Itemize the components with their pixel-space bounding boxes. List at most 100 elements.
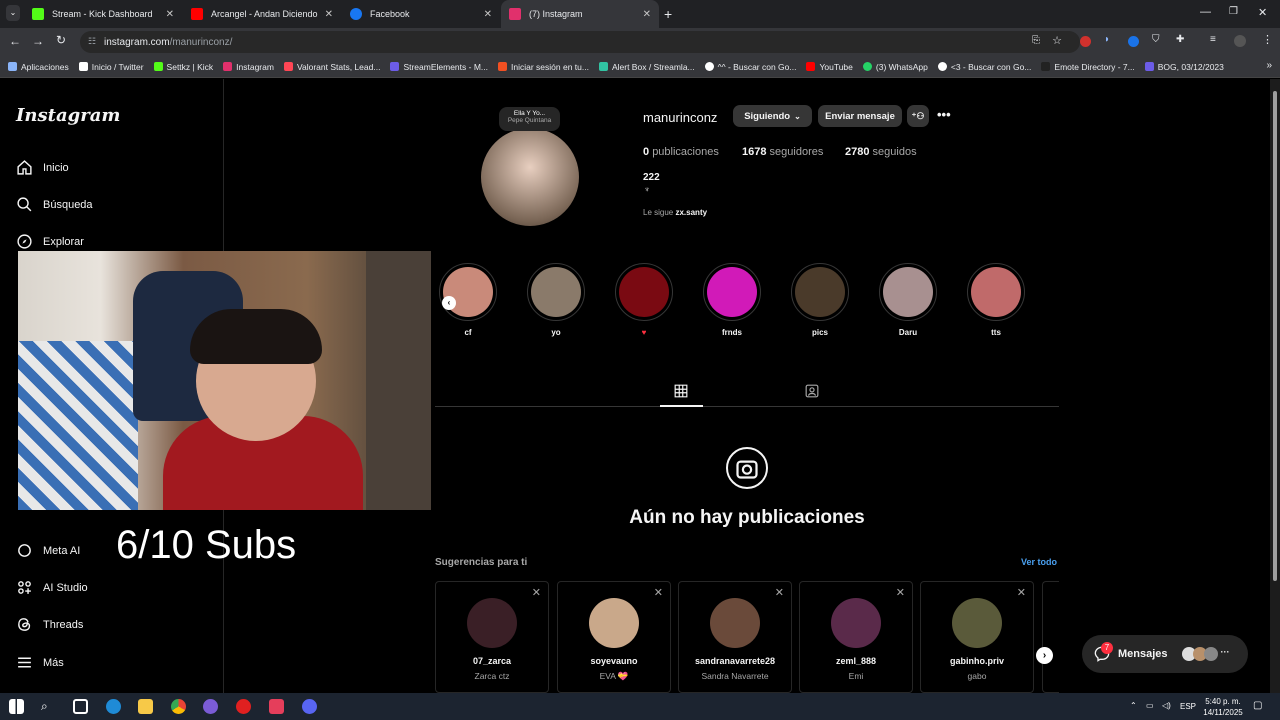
music-note-bubble[interactable]: Ella Y Yo... Pepe Quintana [499, 107, 560, 131]
suggestion-avatar[interactable] [467, 598, 517, 648]
suggestion-card[interactable]: ✕ gabinho.priv gabo [920, 581, 1034, 693]
nav-inicio[interactable]: Inicio [16, 159, 69, 176]
dismiss-icon[interactable]: ✕ [896, 586, 905, 599]
highlight-item[interactable]: pics [790, 263, 850, 337]
chrome-icon[interactable] [171, 699, 186, 714]
scrollbar-thumb[interactable] [1273, 91, 1277, 581]
bookmark-microsoft[interactable]: Iniciar sesión en tu... [498, 62, 589, 72]
profile-avatar-icon[interactable] [1234, 35, 1246, 47]
extension-icon[interactable]: ◗ [1104, 34, 1110, 45]
shield-icon[interactable]: ⛉ [1152, 34, 1160, 45]
network-icon[interactable]: ▭ [1146, 701, 1154, 710]
more-options-icon[interactable]: ••• [937, 107, 951, 122]
reload-icon[interactable]: ↻ [56, 33, 66, 47]
search-icon[interactable]: ⌕ [41, 699, 56, 714]
bookmark-twitter[interactable]: Inicio / Twitter [78, 62, 144, 72]
tab-instagram[interactable]: (7) Instagram ✕ [501, 0, 659, 28]
bookmark-valorant[interactable]: Valorant Stats, Lead... [283, 62, 380, 72]
forward-icon[interactable]: → [32, 34, 44, 48]
language-indicator[interactable]: ESP [1180, 702, 1196, 711]
back-icon[interactable]: ← [9, 34, 21, 48]
volume-icon[interactable]: ◁) [1162, 701, 1171, 710]
valorant-icon[interactable] [236, 699, 251, 714]
nav-mas[interactable]: Más [16, 654, 64, 671]
reading-list-icon[interactable]: ≡ [1210, 34, 1216, 45]
suggestion-card[interactable]: ✕ 07_zarca Zarca ctz [435, 581, 549, 693]
suggestion-avatar[interactable] [952, 598, 1002, 648]
task-view-icon[interactable] [73, 699, 88, 714]
highlight-item[interactable]: Daru [878, 263, 938, 337]
new-tab-icon[interactable]: + [664, 6, 672, 22]
highlight-item[interactable]: frnds [702, 263, 762, 337]
followers-stat[interactable]: 1678 seguidores [742, 146, 823, 158]
bookmark-kick[interactable]: Settkz | Kick [153, 62, 213, 72]
discord-icon[interactable] [302, 699, 317, 714]
suggestion-username[interactable]: soyevauno [558, 656, 670, 666]
suggestion-avatar[interactable] [589, 598, 639, 648]
suggestion-card[interactable]: ✕ zeml_888 Emi [799, 581, 913, 693]
suggestion-username[interactable]: zeml_888 [800, 656, 912, 666]
dismiss-icon[interactable]: ✕ [654, 586, 663, 599]
bookmark-google-2[interactable]: <3 - Buscar con Go... [937, 62, 1031, 72]
close-tab-icon[interactable]: ✕ [484, 9, 492, 20]
close-tab-icon[interactable]: ✕ [643, 9, 651, 20]
send-message-button[interactable]: Enviar mensaje [818, 105, 902, 127]
close-window-icon[interactable]: ✕ [1258, 6, 1267, 19]
maximize-icon[interactable]: ❐ [1229, 6, 1238, 17]
followed-by[interactable]: Le sigue zx.santy [643, 208, 707, 217]
dismiss-icon[interactable]: ✕ [1017, 586, 1026, 599]
messages-pill[interactable]: Mensajes ··· [1082, 635, 1248, 673]
highlights-prev-icon[interactable]: ‹ [442, 296, 456, 310]
extensions-puzzle-icon[interactable]: ✚ [1176, 34, 1184, 45]
tab-kick-dashboard[interactable]: Stream - Kick Dashboard ✕ [24, 0, 182, 28]
nav-threads[interactable]: Threads [16, 616, 83, 633]
close-tab-icon[interactable]: ✕ [166, 9, 174, 20]
tab-youtube[interactable]: Arcangel - Andan Diciendo - Yo ✕ [183, 0, 341, 28]
next-arrow-icon[interactable]: › [1036, 647, 1053, 664]
suggest-users-button[interactable]: ⁺⚇ [907, 105, 929, 127]
suggestion-card[interactable]: ✕ sandranavarrete28 Sandra Navarrete [678, 581, 792, 693]
nav-ai-studio[interactable]: AI Studio [16, 579, 88, 596]
bookmark-google-1[interactable]: ^^ - Buscar con Go... [704, 62, 796, 72]
clock[interactable]: 5:40 p. m. 14/11/2025 [1203, 696, 1243, 718]
extension-icon[interactable] [1080, 36, 1091, 47]
app-icon[interactable] [203, 699, 218, 714]
following-stat[interactable]: 2780 seguidos [845, 146, 917, 158]
dismiss-icon[interactable]: ✕ [532, 586, 541, 599]
url-field[interactable]: ☷ instagram.com/manurinconz/ ⎘ ☆ [80, 31, 1080, 53]
app-icon[interactable] [269, 699, 284, 714]
suggestion-username[interactable]: sandranavarrete28 [679, 656, 791, 666]
highlight-item[interactable]: tts [966, 263, 1026, 337]
more-bookmarks-icon[interactable]: » [1266, 60, 1272, 71]
bookmark-apps[interactable]: Aplicaciones [8, 62, 69, 72]
tray-chevron-icon[interactable]: ⌃ [1130, 701, 1137, 710]
suggestion-avatar[interactable] [831, 598, 881, 648]
following-button[interactable]: Siguiendo ⌄ [733, 105, 812, 127]
bookmark-youtube[interactable]: YouTube [806, 62, 853, 72]
tab-search-icon[interactable]: ⌄ [6, 5, 20, 21]
bookmark-streamelements[interactable]: StreamElements - M... [390, 62, 488, 72]
minimize-icon[interactable]: — [1200, 6, 1211, 18]
suggestion-username[interactable]: 07_zarca [436, 656, 548, 666]
instagram-logo[interactable]: Instagram [16, 105, 120, 126]
bookmark-bog[interactable]: BOG, 03/12/2023 [1144, 62, 1224, 72]
bookmark-emote-directory[interactable]: Emote Directory - 7... [1041, 62, 1135, 72]
grid-icon[interactable] [674, 384, 688, 398]
edge-icon[interactable] [106, 699, 121, 714]
windows-start-icon[interactable] [9, 699, 24, 714]
nav-busqueda[interactable]: Búsqueda [16, 196, 93, 213]
browser-menu-icon[interactable]: ⋮ [1262, 33, 1273, 46]
bookmark-instagram[interactable]: Instagram [223, 62, 274, 72]
site-info-icon[interactable]: ☷ [88, 36, 96, 47]
bookmark-alertbox[interactable]: Alert Box / Streamla... [598, 62, 695, 72]
tab-facebook[interactable]: Facebook ✕ [342, 0, 500, 28]
highlight-item[interactable]: ♥ [614, 263, 674, 337]
close-tab-icon[interactable]: ✕ [325, 9, 333, 20]
suggestion-username[interactable]: gabinho.priv [921, 656, 1033, 666]
bookmark-star-icon[interactable]: ☆ [1052, 34, 1062, 47]
nav-meta-ai[interactable]: Meta AI [16, 542, 80, 559]
tagged-icon[interactable] [805, 384, 819, 398]
highlight-item[interactable]: yo [526, 263, 586, 337]
suggestion-avatar[interactable] [710, 598, 760, 648]
notifications-icon[interactable]: ▢ [1253, 700, 1262, 711]
